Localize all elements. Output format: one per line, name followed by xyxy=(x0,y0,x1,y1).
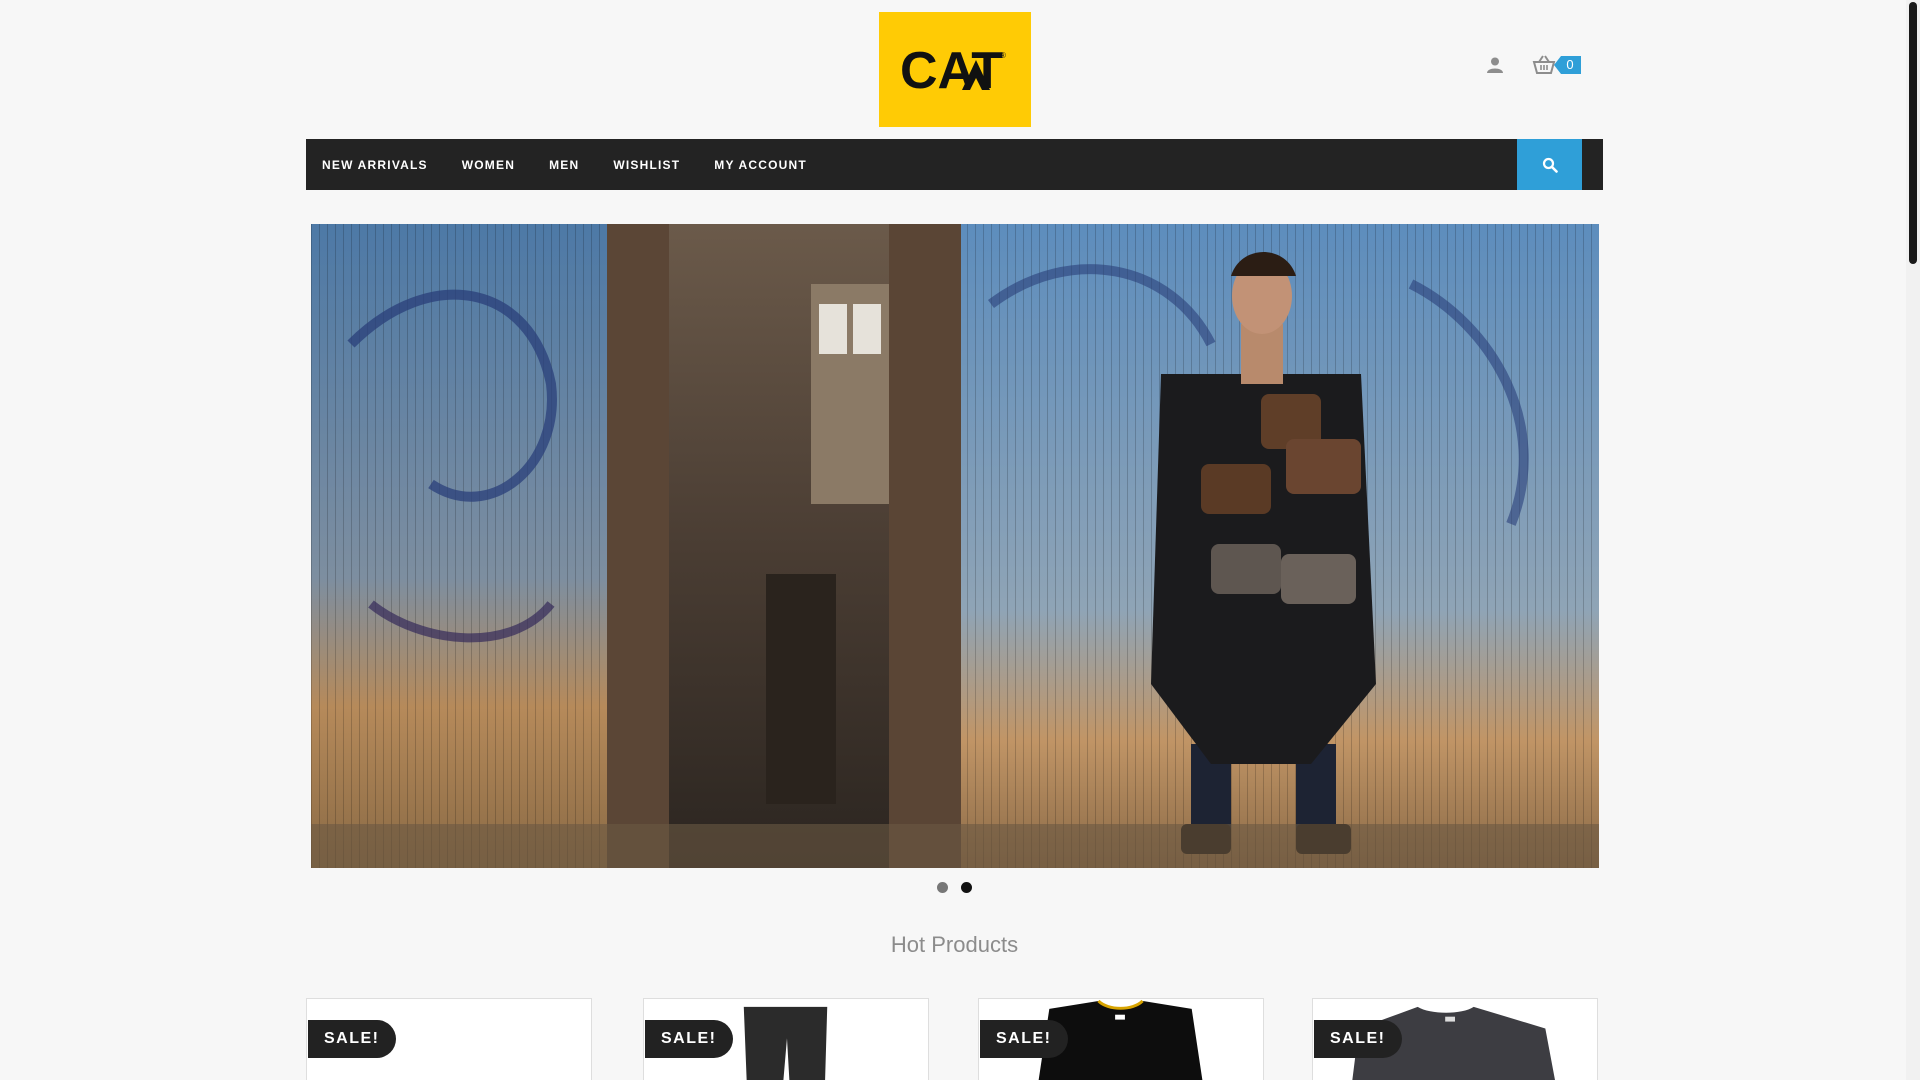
nav-new-arrivals[interactable]: NEW ARRIVALS xyxy=(322,158,428,172)
basket-icon xyxy=(1532,55,1556,75)
sale-badge: SALE! xyxy=(308,1020,396,1058)
hero-image xyxy=(311,224,1599,868)
sale-badge: SALE! xyxy=(980,1020,1068,1058)
vertical-scrollbar[interactable] xyxy=(1906,0,1920,1080)
product-card[interactable]: SALE! xyxy=(643,998,929,1080)
header-icons: 0 xyxy=(1486,55,1581,75)
site-header: CAT ® 0 xyxy=(306,0,1603,138)
slider-dots xyxy=(937,882,972,893)
sale-badge: SALE! xyxy=(1314,1020,1402,1058)
cart[interactable]: 0 xyxy=(1532,55,1581,75)
cat-logo-mark: CAT ® xyxy=(900,42,1006,100)
svg-text:®: ® xyxy=(1000,51,1006,60)
product-card[interactable]: SALE! xyxy=(306,998,592,1080)
logo-text: CAT xyxy=(900,42,1003,100)
search-button[interactable] xyxy=(1517,139,1582,190)
scrollbar-thumb[interactable] xyxy=(1909,2,1917,264)
nav-wishlist[interactable]: WISHLIST xyxy=(613,158,680,172)
user-icon[interactable] xyxy=(1486,56,1504,74)
nav-my-account[interactable]: MY ACCOUNT xyxy=(714,158,807,172)
slider-dot-1[interactable] xyxy=(937,882,948,893)
product-card[interactable]: SALE! xyxy=(1312,998,1598,1080)
hot-products-title: Hot Products xyxy=(890,932,1019,957)
nav-women[interactable]: WOMEN xyxy=(462,158,515,172)
hero-slider[interactable] xyxy=(311,224,1599,868)
cart-count-badge: 0 xyxy=(1554,56,1581,74)
hot-products-grid: SALE! SALE! SALE! SALE! xyxy=(306,998,1603,1080)
main-nav: NEW ARRIVALS WOMEN MEN WISHLIST MY ACCOU… xyxy=(306,139,1603,190)
sale-badge: SALE! xyxy=(645,1020,733,1058)
slider-dot-2[interactable] xyxy=(961,882,972,893)
nav-men[interactable]: MEN xyxy=(549,158,579,172)
cat-logo[interactable]: CAT ® xyxy=(879,12,1031,127)
product-card[interactable]: SALE! xyxy=(978,998,1264,1080)
search-icon xyxy=(1542,157,1558,173)
